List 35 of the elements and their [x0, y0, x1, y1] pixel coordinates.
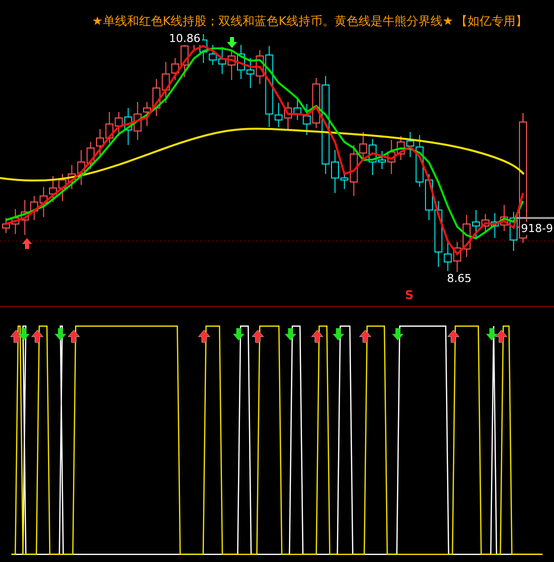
down-arrow-icon: [232, 328, 244, 341]
up-arrow-icon: [31, 330, 44, 343]
legend-text: ★单线和红色K线持股；双线和蓝色K线持币。黄色线是牛熊分界线★: [92, 12, 454, 30]
price-label: 10.86: [168, 32, 202, 45]
candlestick: [208, 44, 217, 66]
candlestick: [246, 58, 254, 88]
up-arrow-icon: [311, 330, 324, 343]
legend-tag: 【如亿专用】: [455, 12, 528, 30]
down-arrow-icon: [18, 328, 30, 341]
up-arrow-icon: [10, 330, 22, 343]
down-arrow-icon: [332, 328, 344, 341]
sell-marker: S: [405, 288, 414, 302]
up-arrow-icon: [68, 330, 80, 343]
candlestick: [105, 112, 114, 144]
candlestick: [40, 186, 48, 218]
candlestick: [228, 50, 236, 80]
candlestick: [58, 174, 66, 202]
candlestick: [218, 46, 226, 74]
down-arrow-icon: [227, 37, 237, 48]
price-line: [516, 217, 554, 219]
up-arrow-icon: [198, 330, 210, 343]
down-arrow-icon: [284, 328, 296, 341]
up-arrow-icon: [447, 330, 460, 343]
down-arrow-icon: [54, 328, 66, 341]
price-label: 8.65: [446, 272, 472, 285]
down-arrow-icon: [486, 328, 498, 341]
up-arrow-icon: [22, 238, 32, 249]
down-arrow-icon: [392, 328, 404, 341]
up-arrow-icon: [495, 330, 508, 343]
candlestick: [490, 212, 499, 238]
price-label: 918-9.: [520, 222, 554, 235]
candlestick: [86, 142, 95, 170]
up-arrow-icon: [359, 330, 372, 343]
candlestick: [396, 136, 405, 160]
up-arrow-icon: [252, 330, 264, 343]
